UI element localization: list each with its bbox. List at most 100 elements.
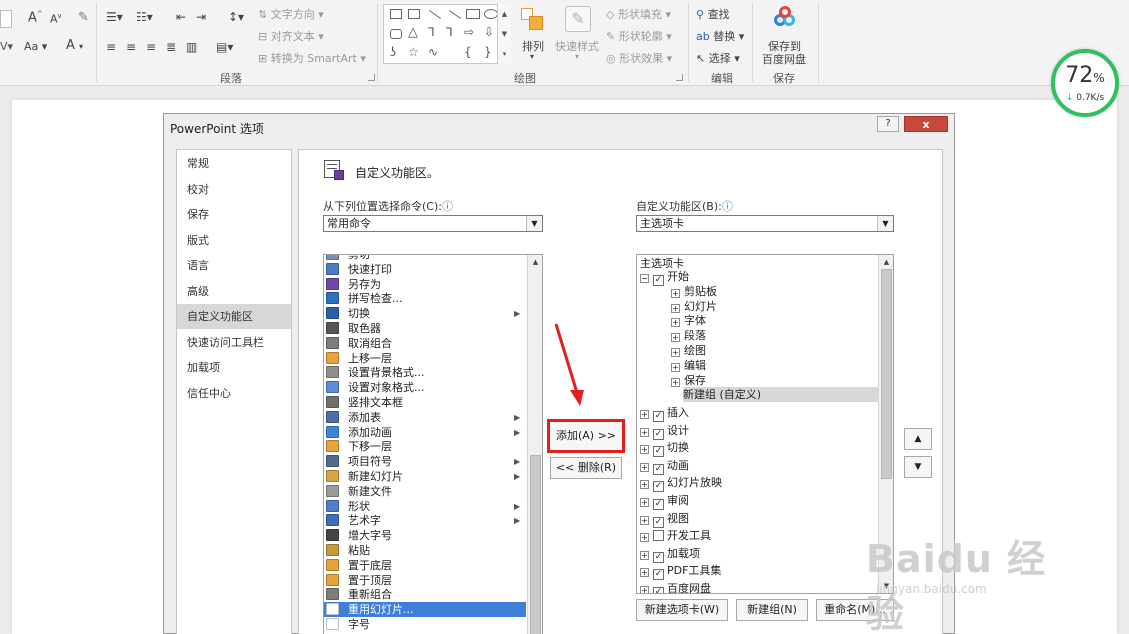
help-button[interactable]: ?: [877, 116, 899, 132]
tab-checkbox[interactable]: ✓: [653, 587, 664, 593]
elbow-shape-icon[interactable]: ⅂: [428, 25, 435, 39]
tab-checkbox[interactable]: ✓: [653, 446, 664, 458]
tree-item[interactable]: + 剪贴板: [671, 284, 717, 299]
expand-icon[interactable]: +: [671, 333, 680, 343]
nav-item[interactable]: 常规: [177, 151, 291, 176]
shape-outline-button[interactable]: ✎ 形状轮廓 ▾: [606, 28, 672, 44]
align-center-icon[interactable]: ≡: [126, 40, 136, 54]
expand-icon[interactable]: +: [671, 348, 680, 357]
rounded-rect-shape-icon[interactable]: [390, 29, 402, 39]
close-button[interactable]: x: [904, 116, 948, 132]
new-group-button[interactable]: 新建组(N): [736, 599, 808, 621]
quick-styles-dropdown-icon[interactable]: ▾: [575, 52, 579, 61]
move-down-button[interactable]: ▼: [904, 456, 932, 478]
expand-icon[interactable]: +: [640, 550, 649, 560]
tree-item[interactable]: + ✓ 设计: [640, 423, 689, 440]
command-item[interactable]: 上移一层: [324, 351, 526, 366]
command-item[interactable]: 取消组合: [324, 336, 526, 351]
triangle-shape-icon[interactable]: △: [408, 25, 418, 40]
oval-shape-icon[interactable]: [484, 9, 498, 19]
numbering-icon[interactable]: ☷▾: [136, 10, 153, 24]
find-button[interactable]: ⚲ 查找: [696, 6, 730, 22]
align-right-icon[interactable]: ≡: [146, 40, 156, 54]
char-spacing-icon[interactable]: V▾: [0, 40, 13, 53]
expand-icon[interactable]: +: [640, 498, 649, 507]
chevron-down-icon[interactable]: ▼: [526, 216, 542, 231]
nav-item[interactable]: 加载项: [177, 355, 291, 380]
tree-item[interactable]: + 编辑: [671, 358, 706, 373]
save-to-baidu-line2[interactable]: 百度网盘: [762, 51, 806, 67]
command-item[interactable]: 重用幻灯片...: [324, 602, 526, 618]
baidu-netdisk-icon[interactable]: [772, 6, 798, 30]
decrease-indent-icon[interactable]: ⇤: [176, 10, 186, 24]
columns-icon[interactable]: ▤▾: [216, 40, 233, 54]
down-arrow-shape-icon[interactable]: ⇩: [484, 25, 494, 39]
drawing-launcher-icon[interactable]: [676, 74, 683, 81]
rectangle-shape-icon[interactable]: [466, 9, 480, 19]
tree-item[interactable]: + ✓ 插入: [640, 405, 689, 422]
command-item[interactable]: 新建文件: [324, 484, 526, 499]
increase-indent-icon[interactable]: ⇥: [196, 10, 206, 24]
arrange-icon[interactable]: [521, 8, 545, 32]
tree-item[interactable]: 新建组 (自定义): [683, 387, 878, 403]
add-button[interactable]: 添加(A) >>: [547, 419, 625, 453]
gallery-scroll[interactable]: ▲ ▼ ▾: [497, 4, 511, 64]
justify-icon[interactable]: ≣: [166, 40, 176, 54]
brace-right-shape-icon[interactable]: }: [484, 45, 492, 59]
shrink-font-button[interactable]: Av: [50, 12, 62, 26]
tree-item[interactable]: + 字体: [671, 313, 706, 328]
select-button[interactable]: ↖ 选择 ▾: [696, 50, 740, 66]
expand-icon[interactable]: +: [640, 410, 649, 419]
shape-effects-button[interactable]: ◎ 形状效果 ▾: [606, 50, 672, 66]
choose-commands-combo[interactable]: 常用命令 ▼: [323, 215, 543, 232]
command-item[interactable]: 添加表 ▶: [324, 410, 526, 425]
bullets-icon[interactable]: ☰▾: [106, 10, 123, 24]
tree-item[interactable]: + ✓ 切换: [640, 440, 689, 458]
nav-item[interactable]: 保存: [177, 202, 291, 227]
command-item[interactable]: 取色器: [324, 321, 526, 336]
expand-icon[interactable]: +: [671, 288, 680, 298]
star-shape-icon[interactable]: ☆: [408, 45, 419, 59]
replace-button[interactable]: ab 替换 ▾: [696, 28, 744, 44]
expand-icon[interactable]: +: [640, 515, 649, 525]
callout-shape-icon[interactable]: ʖ: [390, 45, 396, 59]
commands-scrollbar[interactable]: ▲: [527, 255, 542, 634]
tab-checkbox[interactable]: ✓: [653, 275, 664, 286]
shape-fill-button[interactable]: ◇ 形状填充 ▾: [606, 6, 671, 22]
commands-list[interactable]: 字号 重用幻灯片... 重新组合 置于顶层 置于底层 粘贴 增大字号 艺术字 ▶ 形状 ▶ 新建文件新…: [323, 254, 543, 634]
quick-styles-icon[interactable]: ✎: [565, 6, 591, 32]
align-left-icon[interactable]: ≡: [106, 40, 116, 54]
command-item[interactable]: 设置背景格式...: [324, 365, 526, 380]
chevron-down-icon[interactable]: ▼: [877, 216, 893, 231]
connector-shape-icon[interactable]: ⅂: [446, 25, 453, 39]
tree-item[interactable]: + ✓ PDF工具集: [640, 563, 721, 581]
tab-checkbox[interactable]: ✓: [653, 428, 664, 440]
tree-item[interactable]: + ✓ 百度网盘: [640, 581, 711, 593]
command-item[interactable]: 形状 ▶: [324, 499, 526, 514]
command-item[interactable]: 项目符号 ▶: [324, 454, 526, 469]
tab-checkbox[interactable]: ✓: [653, 481, 664, 493]
command-item[interactable]: 字号: [324, 617, 526, 632]
tab-checkbox[interactable]: ✓: [653, 516, 664, 528]
brace-left-shape-icon[interactable]: {: [464, 45, 472, 59]
tree-item[interactable]: + 绘图: [671, 343, 706, 358]
expand-icon[interactable]: +: [671, 303, 680, 313]
command-item[interactable]: 另存为: [324, 277, 526, 292]
network-speed-widget[interactable]: 72% ↓ 0.7K/s: [1051, 49, 1119, 117]
customize-ribbon-combo[interactable]: 主选项卡 ▼: [636, 215, 894, 232]
tree-item[interactable]: + ✓ 视图: [640, 511, 689, 528]
ribbon-tabs-tree[interactable]: 主选项卡 ▲ ▼ − ✓ 开始 + 剪贴板 + 幻灯片 + 字体 + 段落 + 绘图 + 编辑 + 保存 新建组 …: [636, 254, 894, 594]
expand-icon[interactable]: +: [640, 427, 649, 437]
font-size-box[interactable]: [0, 10, 12, 28]
command-item[interactable]: 增大字号: [324, 528, 526, 543]
expand-icon[interactable]: +: [640, 445, 649, 455]
nav-item[interactable]: 校对: [177, 177, 291, 202]
tree-item[interactable]: + ✓ 动画: [640, 458, 689, 475]
tab-checkbox[interactable]: ✓: [653, 569, 664, 581]
paragraph-launcher-icon[interactable]: [368, 74, 375, 81]
nav-item[interactable]: 版式: [177, 228, 291, 253]
tree-item[interactable]: + ✓ 加载项: [640, 546, 700, 563]
command-item[interactable]: 置于底层: [324, 558, 526, 573]
command-item[interactable]: 设置对象格式...: [324, 380, 526, 395]
arrow-shape-icon[interactable]: [448, 10, 462, 19]
